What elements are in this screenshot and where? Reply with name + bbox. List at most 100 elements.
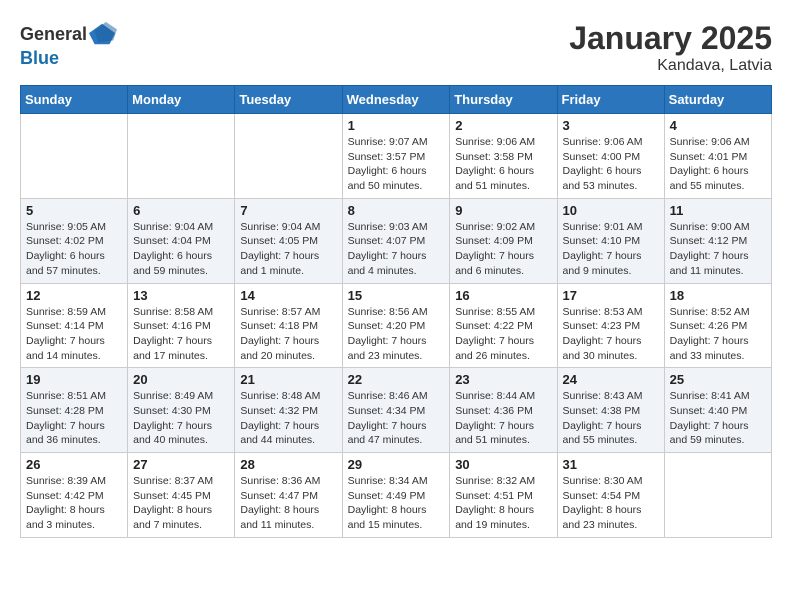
weekday-header-tuesday: Tuesday xyxy=(235,86,342,114)
day-number: 12 xyxy=(26,288,122,303)
calendar-cell: 19Sunrise: 8:51 AMSunset: 4:28 PMDayligh… xyxy=(21,368,128,453)
day-content: Sunrise: 8:41 AMSunset: 4:40 PMDaylight:… xyxy=(670,389,766,448)
calendar-cell: 28Sunrise: 8:36 AMSunset: 4:47 PMDayligh… xyxy=(235,453,342,538)
month-title: January 2025 xyxy=(569,20,772,57)
week-row-2: 5 Sunrise: 9:05 AMSunset: 4:02 PMDaylight… xyxy=(21,198,772,283)
calendar-cell xyxy=(235,114,342,199)
day-number: 4 xyxy=(670,118,766,133)
day-content: Sunrise: 8:34 AMSunset: 4:49 PMDaylight:… xyxy=(348,474,445,533)
day-number: 22 xyxy=(348,372,445,387)
weekday-header-saturday: Saturday xyxy=(664,86,771,114)
weekday-header-thursday: Thursday xyxy=(450,86,557,114)
day-number: 13 xyxy=(133,288,229,303)
weekday-header-monday: Monday xyxy=(128,86,235,114)
week-row-3: 12 Sunrise: 8:59 AMSunset: 4:14 PMDayligh… xyxy=(21,283,772,368)
calendar-cell: 21 Sunrise: 8:48 AMSunset: 4:32 PMDayligh… xyxy=(235,368,342,453)
day-content: Sunrise: 8:53 AMSunset: 4:23 PMDaylight:… xyxy=(563,305,659,364)
weekday-header-sunday: Sunday xyxy=(21,86,128,114)
calendar-cell: 13 Sunrise: 8:58 AMSunset: 4:16 PMDayligh… xyxy=(128,283,235,368)
logo-blue-text: Blue xyxy=(20,48,59,68)
day-content: Sunrise: 9:05 AMSunset: 4:02 PMDaylight:… xyxy=(26,220,122,279)
day-number: 26 xyxy=(26,457,122,472)
calendar-cell: 24 Sunrise: 8:43 AMSunset: 4:38 PMDayligh… xyxy=(557,368,664,453)
day-number: 15 xyxy=(348,288,445,303)
day-number: 16 xyxy=(455,288,551,303)
calendar-cell: 2Sunrise: 9:06 AMSunset: 3:58 PMDaylight… xyxy=(450,114,557,199)
calendar-cell: 10 Sunrise: 9:01 AMSunset: 4:10 PMDayligh… xyxy=(557,198,664,283)
calendar-cell: 20Sunrise: 8:49 AMSunset: 4:30 PMDayligh… xyxy=(128,368,235,453)
day-content: Sunrise: 8:43 AMSunset: 4:38 PMDaylight:… xyxy=(563,389,659,448)
day-content: Sunrise: 8:56 AMSunset: 4:20 PMDaylight:… xyxy=(348,305,445,364)
weekday-header-wednesday: Wednesday xyxy=(342,86,450,114)
logo-icon xyxy=(89,20,117,48)
calendar-cell: 22 Sunrise: 8:46 AMSunset: 4:34 PMDayligh… xyxy=(342,368,450,453)
day-content: Sunrise: 9:00 AMSunset: 4:12 PMDaylight:… xyxy=(670,220,766,279)
day-content: Sunrise: 8:57 AMSunset: 4:18 PMDaylight:… xyxy=(240,305,336,364)
day-number: 1 xyxy=(348,118,445,133)
day-number: 7 xyxy=(240,203,336,218)
calendar-cell: 31Sunrise: 8:30 AMSunset: 4:54 PMDayligh… xyxy=(557,453,664,538)
day-content: Sunrise: 8:37 AMSunset: 4:45 PMDaylight:… xyxy=(133,474,229,533)
day-content: Sunrise: 9:06 AMSunset: 3:58 PMDaylight:… xyxy=(455,135,551,194)
day-number: 31 xyxy=(563,457,659,472)
day-content: Sunrise: 9:07 AMSunset: 3:57 PMDaylight:… xyxy=(348,135,445,194)
calendar-cell: 23 Sunrise: 8:44 AMSunset: 4:36 PMDayligh… xyxy=(450,368,557,453)
calendar-cell: 26 Sunrise: 8:39 AMSunset: 4:42 PMDayligh… xyxy=(21,453,128,538)
logo-general-text: General xyxy=(20,24,87,45)
day-number: 5 xyxy=(26,203,122,218)
day-number: 10 xyxy=(563,203,659,218)
day-content: Sunrise: 9:04 AMSunset: 4:05 PMDaylight:… xyxy=(240,220,336,279)
day-content: Sunrise: 8:48 AMSunset: 4:32 PMDaylight:… xyxy=(240,389,336,448)
calendar-cell: 27 Sunrise: 8:37 AMSunset: 4:45 PMDayligh… xyxy=(128,453,235,538)
calendar-cell: 5 Sunrise: 9:05 AMSunset: 4:02 PMDaylight… xyxy=(21,198,128,283)
day-content: Sunrise: 9:04 AMSunset: 4:04 PMDaylight:… xyxy=(133,220,229,279)
day-content: Sunrise: 8:44 AMSunset: 4:36 PMDaylight:… xyxy=(455,389,551,448)
calendar-cell: 15 Sunrise: 8:56 AMSunset: 4:20 PMDayligh… xyxy=(342,283,450,368)
weekday-header-row: SundayMondayTuesdayWednesdayThursdayFrid… xyxy=(21,86,772,114)
calendar-cell xyxy=(664,453,771,538)
calendar-cell xyxy=(21,114,128,199)
day-content: Sunrise: 9:06 AMSunset: 4:00 PMDaylight:… xyxy=(563,135,659,194)
day-content: Sunrise: 8:59 AMSunset: 4:14 PMDaylight:… xyxy=(26,305,122,364)
week-row-4: 19Sunrise: 8:51 AMSunset: 4:28 PMDayligh… xyxy=(21,368,772,453)
day-number: 11 xyxy=(670,203,766,218)
day-number: 24 xyxy=(563,372,659,387)
day-content: Sunrise: 8:39 AMSunset: 4:42 PMDaylight:… xyxy=(26,474,122,533)
calendar-cell: 14Sunrise: 8:57 AMSunset: 4:18 PMDayligh… xyxy=(235,283,342,368)
calendar-cell: 25 Sunrise: 8:41 AMSunset: 4:40 PMDayligh… xyxy=(664,368,771,453)
calendar-cell: 16 Sunrise: 8:55 AMSunset: 4:22 PMDayligh… xyxy=(450,283,557,368)
day-content: Sunrise: 8:49 AMSunset: 4:30 PMDaylight:… xyxy=(133,389,229,448)
calendar-cell: 6Sunrise: 9:04 AMSunset: 4:04 PMDaylight… xyxy=(128,198,235,283)
day-content: Sunrise: 8:52 AMSunset: 4:26 PMDaylight:… xyxy=(670,305,766,364)
day-content: Sunrise: 8:58 AMSunset: 4:16 PMDaylight:… xyxy=(133,305,229,364)
calendar-cell: 30Sunrise: 8:32 AMSunset: 4:51 PMDayligh… xyxy=(450,453,557,538)
page-header: General Blue January 2025 Kandava, Latvi… xyxy=(20,20,772,75)
day-content: Sunrise: 9:02 AMSunset: 4:09 PMDaylight:… xyxy=(455,220,551,279)
day-number: 21 xyxy=(240,372,336,387)
day-number: 27 xyxy=(133,457,229,472)
week-row-1: 1 Sunrise: 9:07 AMSunset: 3:57 PMDaylight… xyxy=(21,114,772,199)
calendar-cell: 3Sunrise: 9:06 AMSunset: 4:00 PMDaylight… xyxy=(557,114,664,199)
title-section: January 2025 Kandava, Latvia xyxy=(569,20,772,75)
day-number: 28 xyxy=(240,457,336,472)
calendar-cell: 17 Sunrise: 8:53 AMSunset: 4:23 PMDayligh… xyxy=(557,283,664,368)
logo: General Blue xyxy=(20,20,117,69)
location-title: Kandava, Latvia xyxy=(569,57,772,75)
day-number: 25 xyxy=(670,372,766,387)
day-content: Sunrise: 8:46 AMSunset: 4:34 PMDaylight:… xyxy=(348,389,445,448)
calendar-cell: 12 Sunrise: 8:59 AMSunset: 4:14 PMDayligh… xyxy=(21,283,128,368)
day-content: Sunrise: 8:55 AMSunset: 4:22 PMDaylight:… xyxy=(455,305,551,364)
weekday-header-friday: Friday xyxy=(557,86,664,114)
calendar-cell: 29 Sunrise: 8:34 AMSunset: 4:49 PMDayligh… xyxy=(342,453,450,538)
day-content: Sunrise: 9:06 AMSunset: 4:01 PMDaylight:… xyxy=(670,135,766,194)
day-number: 29 xyxy=(348,457,445,472)
day-content: Sunrise: 8:32 AMSunset: 4:51 PMDaylight:… xyxy=(455,474,551,533)
day-content: Sunrise: 9:01 AMSunset: 4:10 PMDaylight:… xyxy=(563,220,659,279)
day-number: 9 xyxy=(455,203,551,218)
calendar-cell: 9 Sunrise: 9:02 AMSunset: 4:09 PMDaylight… xyxy=(450,198,557,283)
calendar-cell: 7 Sunrise: 9:04 AMSunset: 4:05 PMDaylight… xyxy=(235,198,342,283)
day-number: 23 xyxy=(455,372,551,387)
calendar-cell: 18 Sunrise: 8:52 AMSunset: 4:26 PMDayligh… xyxy=(664,283,771,368)
day-number: 17 xyxy=(563,288,659,303)
day-number: 18 xyxy=(670,288,766,303)
